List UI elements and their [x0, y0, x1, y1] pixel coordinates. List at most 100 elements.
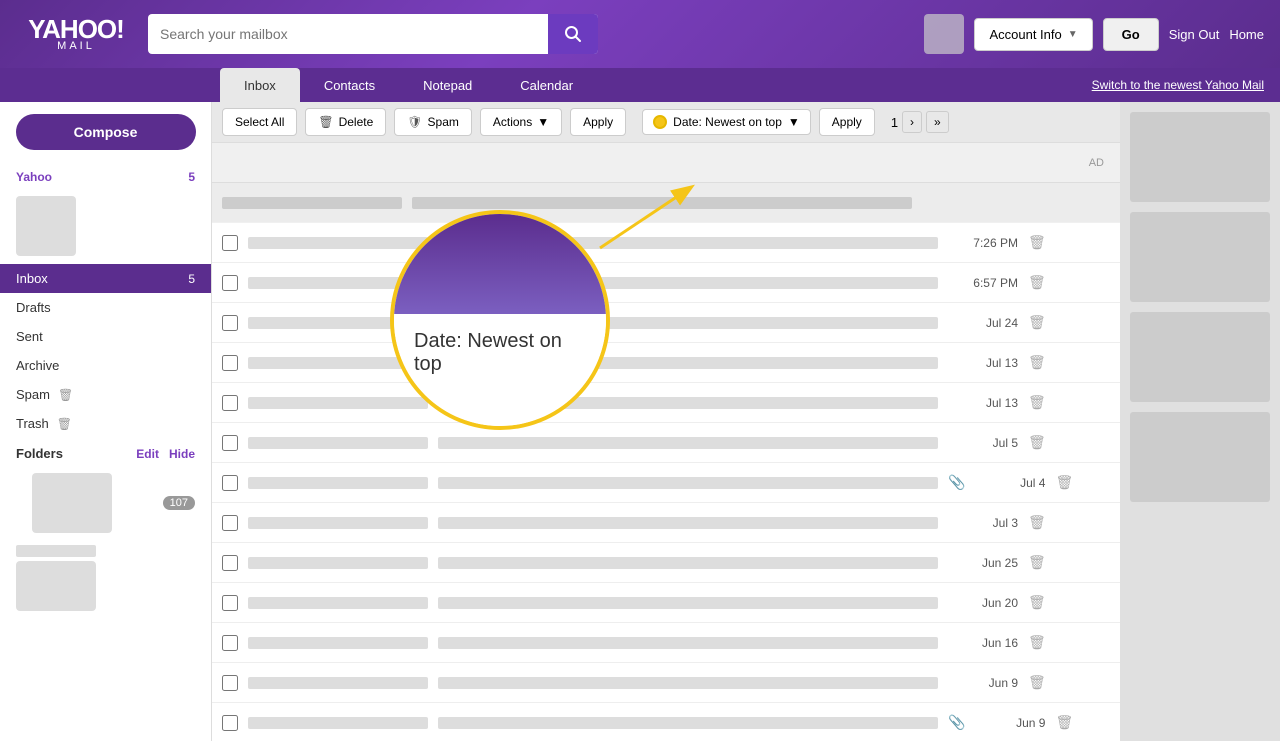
account-info-button[interactable]: Account Info ▼ — [974, 18, 1092, 51]
tab-inbox[interactable]: Inbox — [220, 68, 300, 102]
apply-button-2[interactable]: Apply — [819, 108, 875, 136]
email-row[interactable]: Jun 9 🗑 — [212, 663, 1120, 703]
email-row[interactable]: Jul 3 🗑 — [212, 503, 1120, 543]
email-delete-icon[interactable]: 🗑 — [1028, 274, 1046, 291]
inbox-label: Inbox — [16, 271, 48, 286]
nav-tabs: Inbox Contacts Notepad Calendar Switch t… — [0, 68, 1280, 102]
email-checkbox[interactable] — [222, 635, 238, 651]
email-checkbox[interactable] — [222, 395, 238, 411]
email-row[interactable]: 📎 Jul 4 🗑 — [212, 463, 1120, 503]
email-row[interactable]: Jun 20 🗑 — [212, 583, 1120, 623]
sidebar-item-spam[interactable]: Spam 🗑 — [0, 380, 211, 409]
email-checkbox[interactable] — [222, 475, 238, 491]
email-row[interactable]: Jul 5 🗑 — [212, 423, 1120, 463]
email-row[interactable]: 6:57 PM 🗑 — [212, 263, 1120, 303]
drafts-label: Drafts — [16, 300, 51, 315]
newest-yahoo-mail-link[interactable]: Switch to the newest Yahoo Mail — [1092, 78, 1264, 92]
email-row[interactable]: Jul 13 🗑 — [212, 343, 1120, 383]
trash-delete-icon[interactable]: 🗑 — [57, 417, 72, 431]
yahoo-label: Yahoo — [16, 170, 52, 184]
ad-area: AD — [212, 143, 1120, 183]
email-delete-icon[interactable]: 🗑 — [1028, 674, 1046, 691]
email-date: 7:26 PM — [948, 236, 1018, 250]
sort-dropdown[interactable]: Date: Newest on top ▼ — [642, 109, 811, 135]
email-checkbox[interactable] — [222, 555, 238, 571]
email-row[interactable]: Jun 25 🗑 — [212, 543, 1120, 583]
sidebar-item-archive[interactable]: Archive — [0, 351, 211, 380]
email-date: Jul 4 — [975, 476, 1045, 490]
email-checkbox[interactable] — [222, 595, 238, 611]
last-page-button[interactable]: » — [926, 111, 949, 133]
compose-button[interactable]: Compose — [16, 114, 196, 150]
folder-placeholder — [16, 545, 96, 557]
select-all-button[interactable]: Select All — [222, 108, 297, 136]
attachment-icon: 📎 — [948, 474, 965, 491]
go-button[interactable]: Go — [1103, 18, 1159, 51]
email-delete-icon[interactable]: 🗑 — [1028, 594, 1046, 611]
spam-delete-icon[interactable]: 🗑 — [58, 388, 73, 402]
email-checkbox[interactable] — [222, 675, 238, 691]
logo-area: YAHOO! MAIL — [16, 16, 136, 52]
email-date: Jul 5 — [948, 436, 1018, 450]
email-date: Jul 13 — [948, 396, 1018, 410]
email-date: Jul 13 — [948, 356, 1018, 370]
sidebar-item-drafts[interactable]: Drafts — [0, 293, 211, 322]
home-button[interactable]: Home — [1229, 27, 1264, 42]
email-row[interactable]: Jul 24 🗑 — [212, 303, 1120, 343]
search-icon — [564, 25, 582, 43]
search-input[interactable] — [148, 14, 548, 54]
folders-edit[interactable]: Edit — [136, 447, 159, 461]
tab-notepad[interactable]: Notepad — [399, 68, 496, 102]
actions-dropdown[interactable]: Actions ▼ — [480, 108, 562, 136]
folders-actions[interactable]: Edit Hide — [136, 447, 195, 461]
email-delete-icon[interactable]: 🗑 — [1028, 514, 1046, 531]
next-page-button[interactable]: › — [902, 111, 922, 133]
search-button[interactable] — [548, 14, 598, 54]
email-row[interactable]: Jun 16 🗑 — [212, 623, 1120, 663]
email-delete-icon[interactable]: 🗑 — [1028, 634, 1046, 651]
folders-hide[interactable]: Hide — [169, 447, 195, 461]
email-delete-icon[interactable]: 🗑 — [1028, 394, 1046, 411]
email-date: 6:57 PM — [948, 276, 1018, 290]
email-checkbox[interactable] — [222, 315, 238, 331]
email-delete-icon[interactable]: 🗑 — [1055, 714, 1073, 731]
email-row[interactable]: 📎 Jun 9 🗑 — [212, 703, 1120, 741]
right-panel — [1120, 102, 1280, 741]
apply-button-1[interactable]: Apply — [570, 108, 626, 136]
email-checkbox[interactable] — [222, 235, 238, 251]
email-delete-icon[interactable]: 🗑 — [1028, 554, 1046, 571]
email-date: Jul 3 — [948, 516, 1018, 530]
signout-button[interactable]: Sign Out — [1169, 27, 1220, 42]
folder-thumbnail — [32, 473, 112, 533]
sidebar-item-sent[interactable]: Sent — [0, 322, 211, 351]
email-checkbox[interactable] — [222, 515, 238, 531]
folder-thumbnail-2 — [16, 561, 96, 611]
tab-calendar[interactable]: Calendar — [496, 68, 597, 102]
email-date: Jun 9 — [975, 716, 1045, 730]
email-delete-icon[interactable]: 🗑 — [1055, 474, 1073, 491]
page-number: 1 — [891, 115, 898, 130]
magnify-sort-label: Date: Newest on top — [414, 330, 586, 376]
sidebar-item-trash[interactable]: Trash 🗑 — [0, 409, 211, 438]
sidebar-item-inbox[interactable]: Inbox 5 — [0, 264, 211, 293]
delete-button[interactable]: 🗑 Delete — [305, 108, 386, 136]
email-delete-icon[interactable]: 🗑 — [1028, 354, 1046, 371]
tab-contacts[interactable]: Contacts — [300, 68, 399, 102]
apply-label-2: Apply — [832, 115, 862, 129]
email-checkbox[interactable] — [222, 275, 238, 291]
email-delete-icon[interactable]: 🗑 — [1028, 434, 1046, 451]
email-checkbox[interactable] — [222, 355, 238, 371]
avatar — [924, 14, 964, 54]
folders-header: Folders Edit Hide — [0, 438, 211, 465]
spam-button[interactable]: 🛡 Spam — [394, 108, 472, 136]
email-checkbox[interactable] — [222, 435, 238, 451]
email-delete-icon[interactable]: 🗑 — [1028, 234, 1046, 251]
right-ad-4 — [1130, 412, 1270, 502]
email-row[interactable]: Jul 13 🗑 — [212, 383, 1120, 423]
email-delete-icon[interactable]: 🗑 — [1028, 314, 1046, 331]
sort-dot-icon — [653, 115, 667, 129]
trash-label: Trash — [16, 416, 49, 431]
magnify-overlay: Date: Newest on top — [390, 210, 610, 430]
email-checkbox[interactable] — [222, 715, 238, 731]
right-ad-3 — [1130, 312, 1270, 402]
